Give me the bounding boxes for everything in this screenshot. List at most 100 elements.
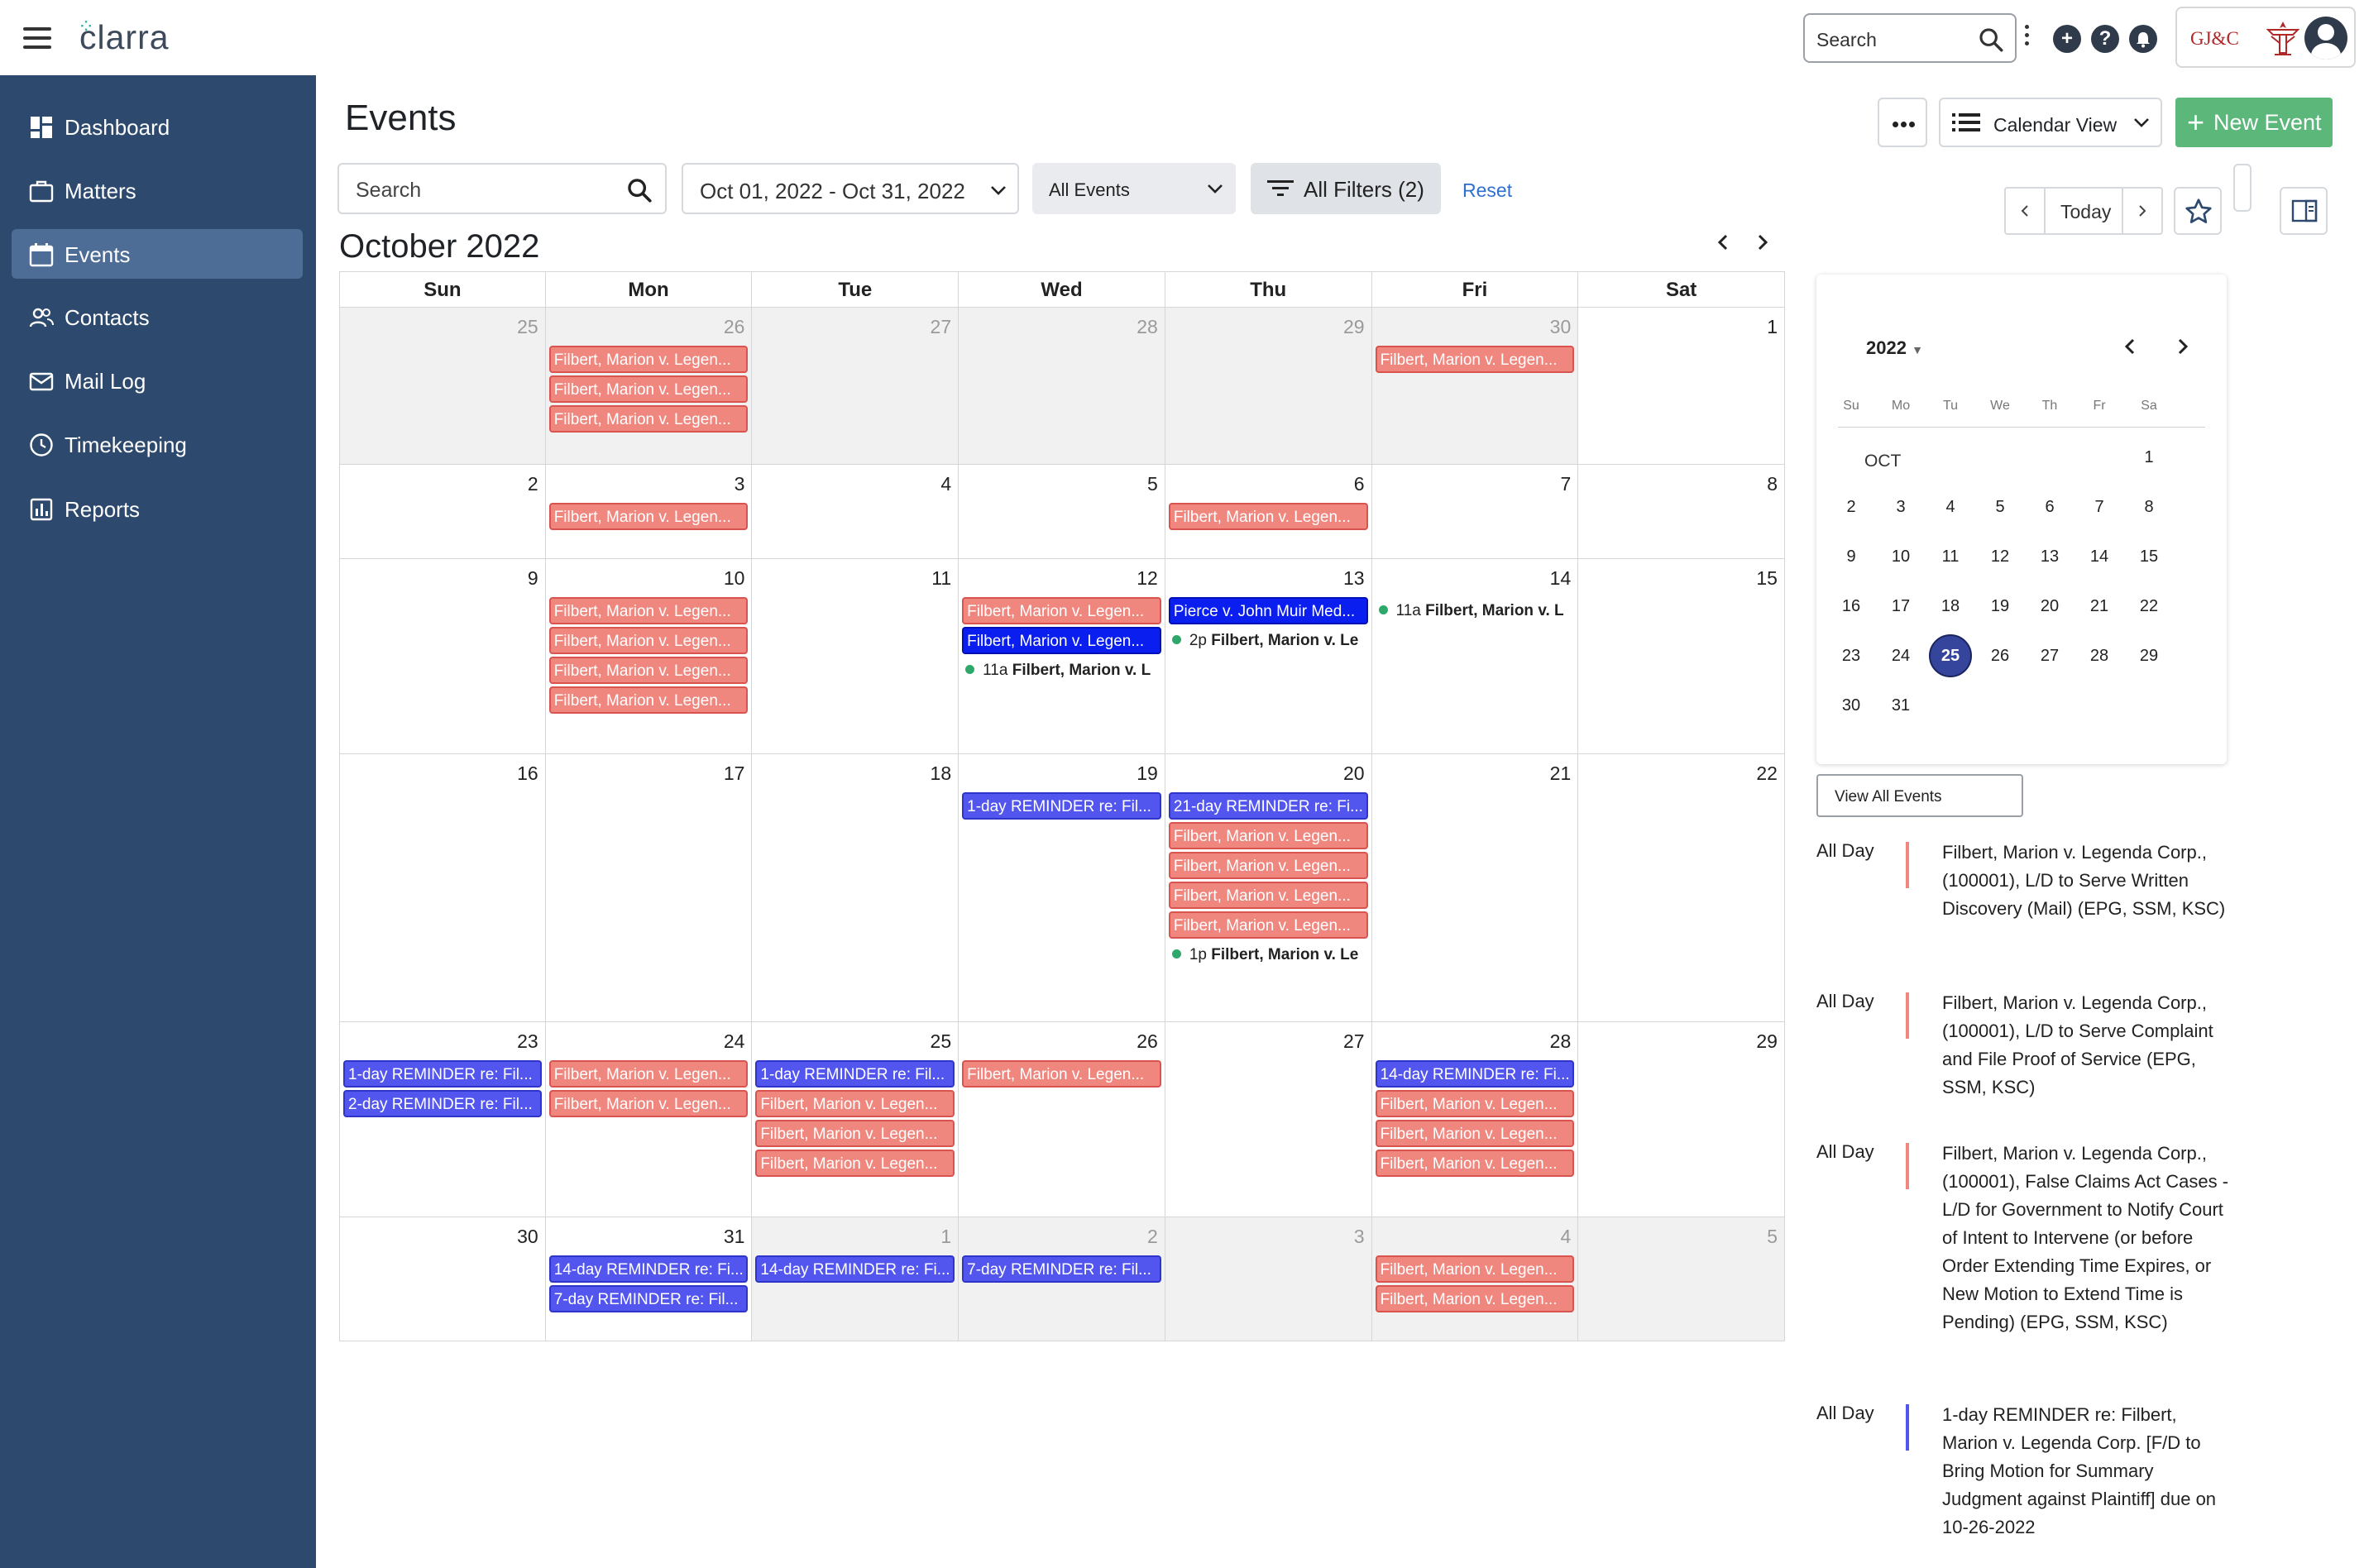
calendar-day-cell[interactable]: 19 1-day REMINDER re: Fil... bbox=[959, 754, 1165, 1022]
calendar-event[interactable]: Filbert, Marion v. Legen... bbox=[1375, 1255, 1575, 1283]
sidebar-item-events[interactable]: Events bbox=[12, 229, 303, 279]
next-period-button[interactable] bbox=[2122, 189, 2161, 233]
calendar-day-cell[interactable]: 2 7-day REMINDER re: Fil... bbox=[959, 1217, 1165, 1341]
mini-day[interactable]: 1 bbox=[2124, 435, 2174, 480]
calendar-event[interactable]: Filbert, Marion v. Legen... bbox=[755, 1150, 955, 1177]
user-avatar-icon[interactable] bbox=[2304, 17, 2347, 60]
mini-day[interactable]: 12 bbox=[1975, 534, 2025, 579]
mini-day[interactable]: 4 bbox=[1926, 485, 1975, 529]
calendar-event[interactable]: Filbert, Marion v. Legen... bbox=[1375, 346, 1575, 373]
calendar-day-cell[interactable]: 24 Filbert, Marion v. Legen... Filbert, Ma… bbox=[545, 1022, 753, 1217]
timed-event[interactable]: 11a Filbert, Marion v. L bbox=[965, 658, 1163, 683]
calendar-event[interactable]: 1-day REMINDER re: Fil... bbox=[962, 792, 1161, 820]
mini-day[interactable]: 20 bbox=[2025, 584, 2074, 629]
previous-period-button[interactable] bbox=[2006, 189, 2046, 233]
sidebar-item-timekeeping[interactable]: Timekeeping bbox=[12, 419, 303, 469]
calendar-view-dropdown[interactable]: Calendar View bbox=[1939, 98, 2162, 147]
calendar-day-cell[interactable]: 31 14-day REMINDER re: Fi... 7-day REMINDE… bbox=[545, 1217, 753, 1341]
calendar-event[interactable]: Filbert, Marion v. Legen... bbox=[1168, 503, 1368, 530]
mini-day[interactable]: 29 bbox=[2124, 633, 2174, 678]
calendar-day-cell[interactable]: 3 bbox=[1165, 1217, 1372, 1341]
scroll-handle[interactable] bbox=[2233, 164, 2252, 212]
add-circle-icon[interactable]: + bbox=[2053, 25, 2081, 53]
mini-day[interactable]: 27 bbox=[2025, 633, 2074, 678]
calendar-day-cell[interactable]: 28 bbox=[959, 308, 1165, 465]
calendar-event[interactable]: Filbert, Marion v. Legen... bbox=[1375, 1150, 1575, 1177]
calendar-event[interactable]: Filbert, Marion v. Legen... bbox=[962, 627, 1161, 654]
mini-day[interactable]: 23 bbox=[1826, 633, 1876, 678]
help-icon[interactable]: ? bbox=[2091, 25, 2119, 53]
calendar-day-cell[interactable]: 30 bbox=[339, 1217, 546, 1341]
sidebar-item-reports[interactable]: Reports bbox=[12, 484, 303, 533]
calendar-event[interactable]: Filbert, Marion v. Legen... bbox=[548, 657, 749, 684]
timed-event[interactable]: 1p Filbert, Marion v. Le bbox=[1171, 943, 1370, 968]
mini-day[interactable]: 16 bbox=[1826, 584, 1876, 629]
calendar-event[interactable]: Filbert, Marion v. Legen... bbox=[548, 375, 749, 403]
event-search-input[interactable]: Search bbox=[337, 163, 667, 214]
mini-day[interactable]: 22 bbox=[2124, 584, 2174, 629]
mini-day[interactable]: 10 bbox=[1876, 534, 1926, 579]
calendar-event[interactable]: Filbert, Marion v. Legen... bbox=[548, 346, 749, 373]
calendar-day-cell[interactable]: 2 bbox=[339, 465, 546, 559]
calendar-day-cell[interactable]: 5 bbox=[1578, 1217, 1785, 1341]
mini-day[interactable]: 2 bbox=[1826, 485, 1876, 529]
calendar-day-cell[interactable]: 21 bbox=[1371, 754, 1579, 1022]
calendar-event[interactable]: Filbert, Marion v. Legen... bbox=[1375, 1285, 1575, 1312]
mini-day[interactable]: 9 bbox=[1826, 534, 1876, 579]
calendar-day-cell[interactable]: 23 1-day REMINDER re: Fil... 2-day REMINDE… bbox=[339, 1022, 546, 1217]
chevron-right-icon[interactable] bbox=[2170, 334, 2195, 359]
calendar-day-cell[interactable]: 25 bbox=[339, 308, 546, 465]
calendar-day-cell[interactable]: 12 Filbert, Marion v. Legen... Filbert, Ma… bbox=[959, 559, 1165, 754]
mini-day[interactable]: 11 bbox=[1926, 534, 1975, 579]
calendar-event[interactable]: Filbert, Marion v. Legen... bbox=[962, 597, 1161, 624]
sidebar-item-mail-log[interactable]: Mail Log bbox=[12, 356, 303, 405]
reset-filters-link[interactable]: Reset bbox=[1462, 179, 1512, 202]
event-type-select[interactable]: All Events bbox=[1032, 163, 1236, 214]
mini-day[interactable]: 6 bbox=[2025, 485, 2074, 529]
calendar-event[interactable]: 14-day REMINDER re: Fi... bbox=[755, 1255, 955, 1283]
mini-day[interactable]: 19 bbox=[1975, 584, 2025, 629]
calendar-day-cell[interactable]: 4 Filbert, Marion v. Legen... Filbert, Mar… bbox=[1371, 1217, 1579, 1341]
calendar-event[interactable]: Filbert, Marion v. Legen... bbox=[1168, 911, 1368, 939]
calendar-day-cell[interactable]: 27 bbox=[1165, 1022, 1372, 1217]
calendar-event[interactable]: Filbert, Marion v. Legen... bbox=[548, 686, 749, 714]
global-search-input[interactable]: Search bbox=[1803, 13, 2017, 63]
calendar-day-cell[interactable]: 7 bbox=[1371, 465, 1579, 559]
calendar-day-cell[interactable]: 29 bbox=[1165, 308, 1372, 465]
mini-day[interactable]: 28 bbox=[2074, 633, 2124, 678]
timed-event[interactable]: 11a Filbert, Marion v. L bbox=[1378, 599, 1577, 624]
mini-day[interactable]: 17 bbox=[1876, 584, 1926, 629]
calendar-day-cell[interactable]: 17 bbox=[545, 754, 753, 1022]
mini-day[interactable]: 31 bbox=[1876, 683, 1926, 728]
calendar-event[interactable]: Filbert, Marion v. Legen... bbox=[1168, 852, 1368, 879]
calendar-event[interactable]: 1-day REMINDER re: Fil... bbox=[755, 1060, 955, 1088]
calendar-day-cell[interactable]: 25 1-day REMINDER re: Fil... Filbert, Mari… bbox=[752, 1022, 959, 1217]
mini-day[interactable]: 30 bbox=[1826, 683, 1876, 728]
calendar-event[interactable]: Filbert, Marion v. Legen... bbox=[962, 1060, 1161, 1088]
calendar-day-cell[interactable]: 13 Pierce v. John Muir Med... 2p Filbert, … bbox=[1165, 559, 1372, 754]
mini-day[interactable]: 26 bbox=[1975, 633, 2025, 678]
calendar-event[interactable]: 2-day REMINDER re: Fil... bbox=[343, 1090, 542, 1117]
calendar-event[interactable]: Filbert, Marion v. Legen... bbox=[755, 1120, 955, 1147]
calendar-event[interactable]: Filbert, Marion v. Legen... bbox=[548, 503, 749, 530]
calendar-event[interactable]: Filbert, Marion v. Legen... bbox=[548, 627, 749, 654]
mini-day[interactable]: 15 bbox=[2124, 534, 2174, 579]
calendar-event[interactable]: Filbert, Marion v. Legen... bbox=[548, 597, 749, 624]
calendar-day-cell[interactable]: 8 bbox=[1578, 465, 1785, 559]
calendar-day-cell[interactable]: 26 Filbert, Marion v. Legen... bbox=[959, 1022, 1165, 1217]
sidebar-item-dashboard[interactable]: Dashboard bbox=[12, 102, 303, 151]
calendar-event[interactable]: 7-day REMINDER re: Fil... bbox=[962, 1255, 1161, 1283]
calendar-event[interactable]: 21-day REMINDER re: Fi... bbox=[1168, 792, 1368, 820]
calendar-event[interactable]: Filbert, Marion v. Legen... bbox=[548, 1060, 749, 1088]
sidebar-item-contacts[interactable]: Contacts bbox=[12, 292, 303, 342]
calendar-event[interactable]: Filbert, Marion v. Legen... bbox=[548, 1090, 749, 1117]
toggle-side-panel-button[interactable] bbox=[2280, 187, 2328, 235]
calendar-day-cell[interactable]: 5 bbox=[959, 465, 1165, 559]
calendar-day-cell[interactable]: 27 bbox=[752, 308, 959, 465]
mini-day[interactable]: 14 bbox=[2074, 534, 2124, 579]
chevron-left-icon[interactable] bbox=[1711, 230, 1735, 255]
calendar-event[interactable]: 7-day REMINDER re: Fil... bbox=[548, 1285, 749, 1312]
calendar-event[interactable]: Filbert, Marion v. Legen... bbox=[1375, 1120, 1575, 1147]
calendar-day-cell[interactable]: 14 11a Filbert, Marion v. L bbox=[1371, 559, 1579, 754]
mini-day[interactable]: 8 bbox=[2124, 485, 2174, 529]
